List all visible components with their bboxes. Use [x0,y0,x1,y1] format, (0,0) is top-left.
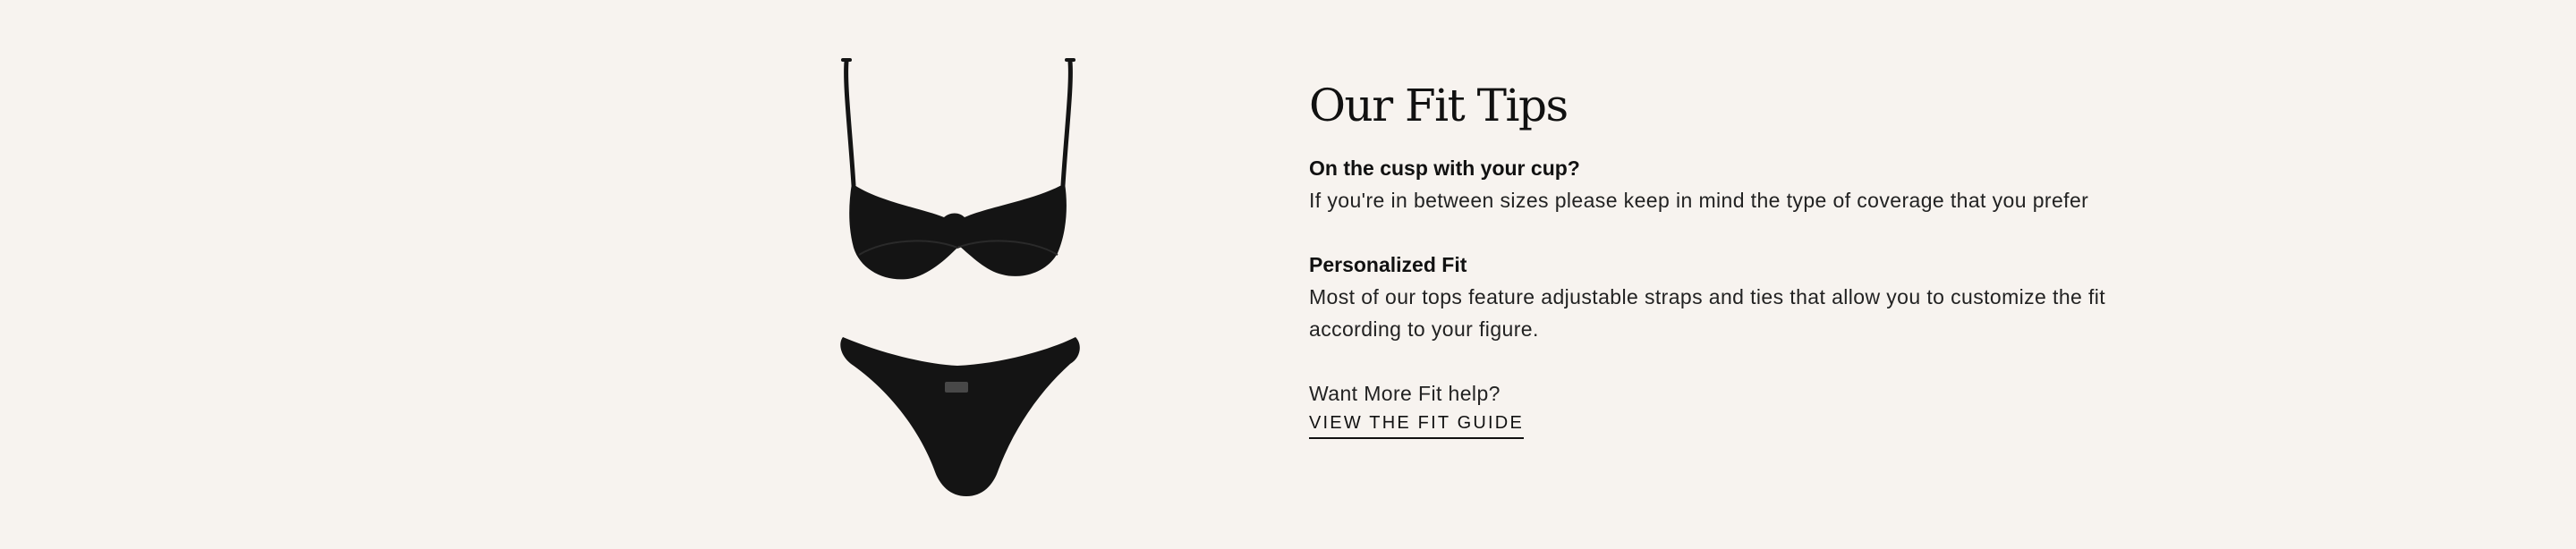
tip-body: If you're in between sizes please keep i… [1309,189,2089,212]
tip-personalized-fit: Personalized Fit Most of our tops featur… [1309,249,2114,345]
product-image [823,49,1096,510]
bikini-top-strap-right [1060,59,1073,188]
more-help-text: Want More Fit help? [1309,382,1501,405]
bikini-top-strap-left [844,59,856,188]
fit-tips-title: Our Fit Tips [1309,80,1569,131]
view-fit-guide-link[interactable]: VIEW THE FIT GUIDE [1309,413,1524,439]
fit-tips-section: Our Fit Tips On the cusp with your cup? … [1309,79,2114,439]
tip-cup-sizing: On the cusp with your cup? If you're in … [1309,152,2114,216]
tip-heading: Personalized Fit [1309,253,1467,276]
bikini-bottom [840,337,1080,496]
tip-body: Most of our tops feature adjustable stra… [1309,285,2106,341]
bikini-top-cups [849,183,1067,280]
tip-heading: On the cusp with your cup? [1309,156,1580,180]
